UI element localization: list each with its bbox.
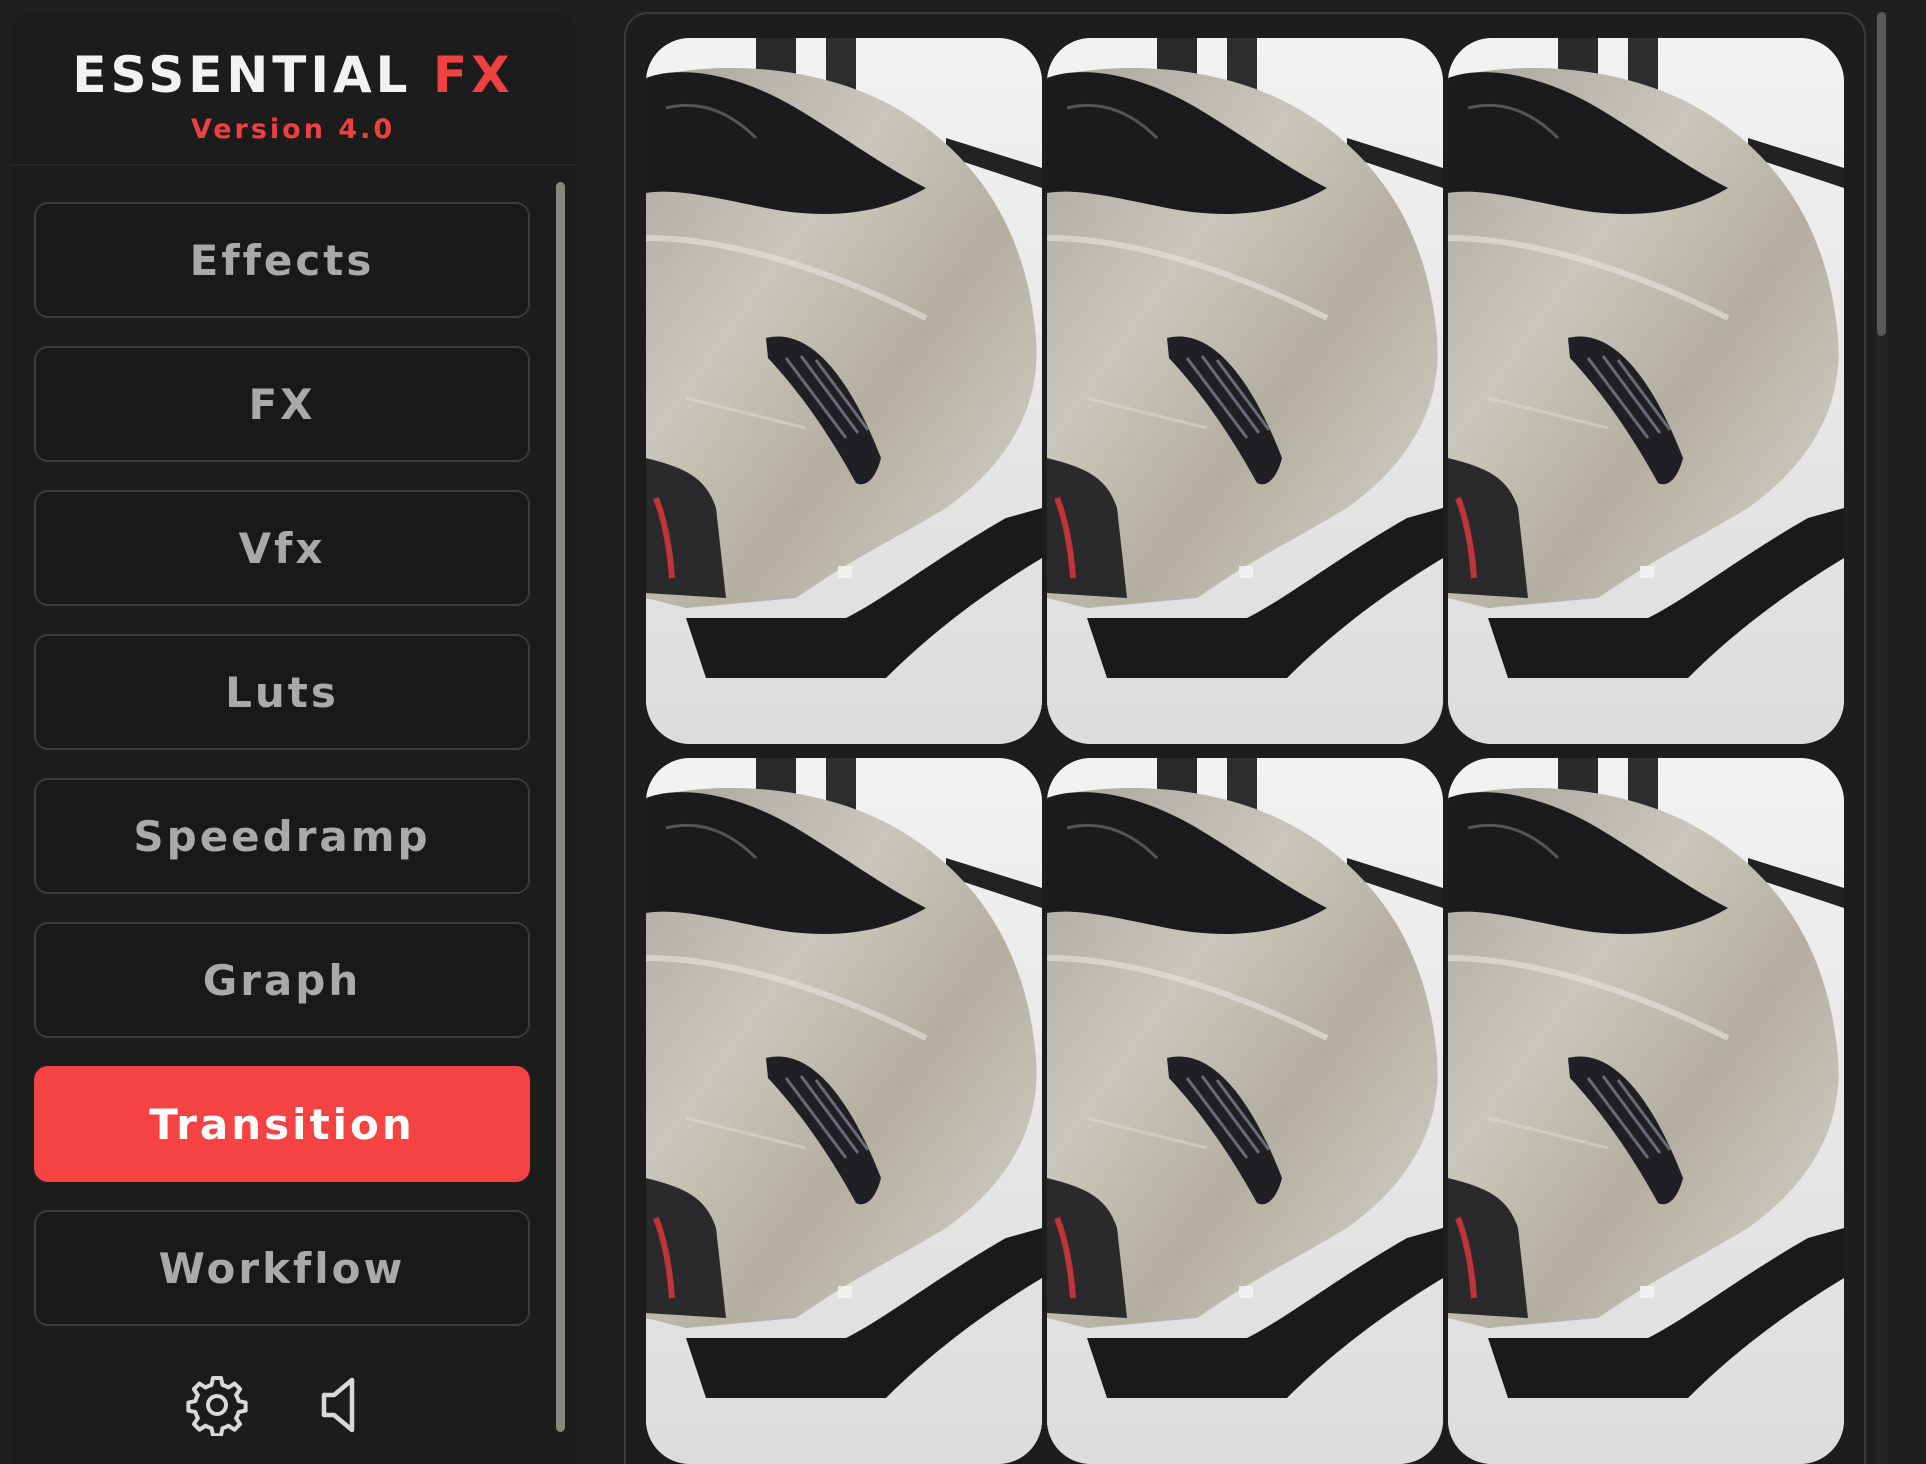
gallery-scrollbar[interactable] xyxy=(1876,12,1888,1464)
category-nav: Effects FX Vfx Luts Speedramp Graph Tran… xyxy=(34,202,530,1354)
app-title-part2: FX xyxy=(432,46,514,104)
nav-button-workflow[interactable]: Workflow xyxy=(34,1210,530,1326)
nav-button-speedramp[interactable]: Speedramp xyxy=(34,778,530,894)
nav-button-luts[interactable]: Luts xyxy=(34,634,530,750)
gallery-thumbnail[interactable] xyxy=(646,38,1042,744)
sidebar-scrollbar-thumb[interactable] xyxy=(556,182,565,1432)
speaker-icon xyxy=(321,1377,355,1433)
sound-button[interactable] xyxy=(306,1370,376,1440)
nav-button-vfx[interactable]: Vfx xyxy=(34,490,530,606)
gallery-thumbnail[interactable] xyxy=(1448,758,1844,1464)
settings-button[interactable] xyxy=(182,1370,252,1440)
nav-button-graph[interactable]: Graph xyxy=(34,922,530,1038)
gallery-scrollbar-thumb[interactable] xyxy=(1877,12,1886,336)
gallery-thumbnail[interactable] xyxy=(1448,38,1844,744)
gallery-thumbnail[interactable] xyxy=(646,758,1042,1464)
nav-button-fx[interactable]: FX xyxy=(34,346,530,462)
preview-gallery xyxy=(624,12,1866,1464)
thumbnail-image xyxy=(1448,758,1844,1464)
sidebar: ESSENTIAL FX Version 4.0 Effects FX Vfx … xyxy=(10,12,576,1464)
app-title: ESSENTIAL FX xyxy=(10,50,576,100)
sidebar-scrollbar[interactable] xyxy=(556,168,566,1438)
gallery-thumbnail[interactable] xyxy=(1047,38,1443,744)
gear-icon xyxy=(186,1376,248,1436)
app-title-part1: ESSENTIAL xyxy=(72,46,412,104)
thumbnail-image xyxy=(1448,38,1844,744)
footer-toolbar xyxy=(10,1370,576,1440)
thumbnail-image xyxy=(1047,758,1443,1464)
thumbnail-image xyxy=(646,38,1042,744)
gallery-thumbnail[interactable] xyxy=(1047,758,1443,1464)
thumbnail-image xyxy=(1047,38,1443,744)
thumbnail-image xyxy=(646,758,1042,1464)
thumbnail-grid xyxy=(646,38,1846,1464)
nav-button-effects[interactable]: Effects xyxy=(34,202,530,318)
app-version: Version 4.0 xyxy=(190,114,396,145)
brand-header: ESSENTIAL FX Version 4.0 xyxy=(10,12,576,166)
nav-button-transition[interactable]: Transition xyxy=(34,1066,530,1182)
